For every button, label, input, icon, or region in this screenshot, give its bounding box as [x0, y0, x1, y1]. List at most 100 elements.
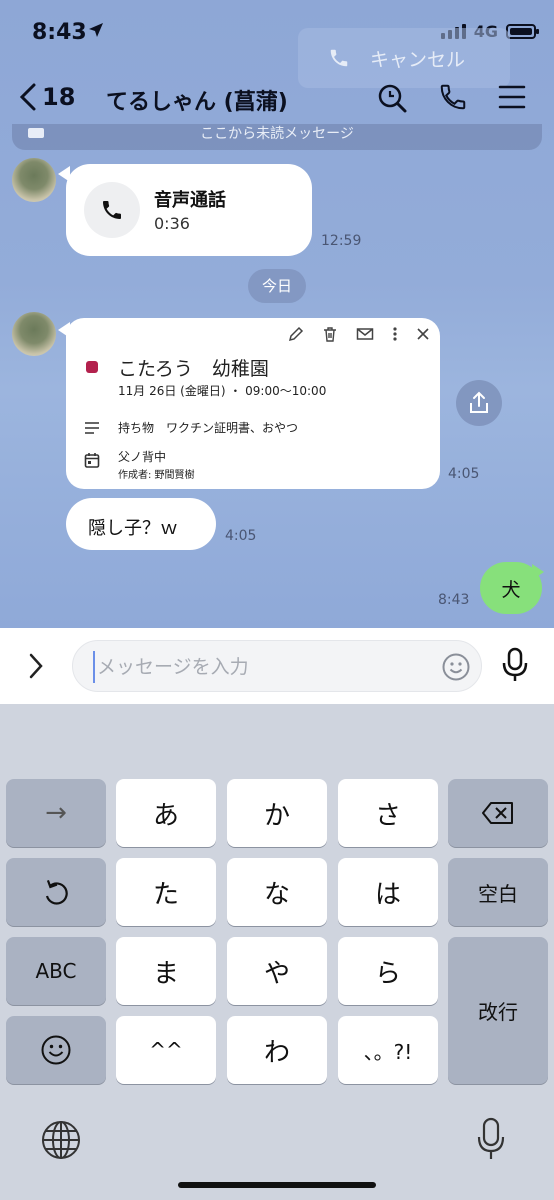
- expand-button[interactable]: [26, 652, 46, 684]
- key-label: や: [263, 958, 290, 989]
- key-label: 空白: [478, 881, 518, 906]
- chat-header: 18 てるしゃん (菖蒲): [0, 70, 554, 126]
- calendar-icon: [84, 452, 100, 472]
- globe-icon: [42, 1121, 80, 1159]
- share-icon: [470, 391, 488, 413]
- key-label: ま: [152, 958, 179, 989]
- message-time: 12:59: [321, 233, 362, 249]
- key-ya[interactable]: や: [227, 937, 327, 1005]
- message-text: 犬: [501, 579, 521, 601]
- key-label: ABC: [35, 959, 77, 983]
- pencil-icon[interactable]: [288, 326, 304, 342]
- status-time: 8:43: [32, 20, 87, 45]
- dictation-button[interactable]: [476, 1117, 506, 1165]
- key-a[interactable]: あ: [116, 779, 216, 847]
- event-organizer: 作成者: 野間賢樹: [118, 470, 195, 481]
- hamburger-menu-icon: [498, 85, 526, 109]
- chat-title: てるしゃん (菖蒲): [106, 90, 288, 115]
- key-label: ら: [374, 958, 401, 989]
- key-kaomoji[interactable]: ^^: [116, 1016, 216, 1084]
- more-vert-icon[interactable]: [392, 326, 398, 342]
- avatar[interactable]: [12, 158, 56, 202]
- call-button[interactable]: [438, 82, 468, 116]
- mail-icon[interactable]: [356, 326, 374, 342]
- japanese-keyboard: → あ か さ た な は 空白 ABC ま や ら 改行 ^^ わ 、。?!: [0, 704, 554, 1200]
- message-input-bar: [0, 628, 554, 704]
- event-card-bubble[interactable]: こたろう 幼稚園 11月 26日 (金曜日) ・ 09:00〜10:00 持ち物…: [66, 318, 440, 489]
- message-time: 4:05: [225, 528, 257, 544]
- call-icon-circle: [84, 182, 140, 238]
- event-calendar-name: 父ノ背中: [118, 450, 167, 464]
- undo-icon: [45, 879, 68, 905]
- event-actions: [288, 326, 430, 342]
- chevron-right-icon: [29, 653, 43, 679]
- key-label: 改行: [478, 1000, 518, 1024]
- key-punctuation[interactable]: 、。?!: [338, 1016, 438, 1084]
- message-time: 4:05: [448, 466, 480, 482]
- key-ta[interactable]: た: [116, 858, 216, 926]
- key-na[interactable]: な: [227, 858, 327, 926]
- key-space[interactable]: 空白: [448, 858, 548, 926]
- key-label: わ: [263, 1037, 290, 1068]
- event-date: 11月 26日 (金曜日) ・ 09:00〜10:00: [118, 384, 327, 398]
- share-button[interactable]: [456, 380, 502, 426]
- message-input[interactable]: [93, 651, 439, 683]
- unread-count: 18: [42, 83, 76, 111]
- key-wa[interactable]: わ: [227, 1016, 327, 1084]
- microphone-icon: [502, 647, 528, 681]
- key-undo[interactable]: [6, 858, 106, 926]
- back-button[interactable]: 18: [18, 82, 75, 112]
- call-duration: 0:36: [154, 214, 190, 233]
- my-message-bubble[interactable]: 犬: [480, 562, 542, 614]
- home-indicator: [178, 1182, 376, 1188]
- chevron-left-icon: [19, 83, 36, 111]
- phone-icon: [440, 84, 466, 110]
- calendar-color-dot: [86, 361, 98, 373]
- phone-icon: [103, 201, 121, 219]
- key-ra[interactable]: ら: [338, 937, 438, 1005]
- key-ma[interactable]: ま: [116, 937, 216, 1005]
- search-icon: [378, 84, 407, 113]
- key-label: あ: [152, 800, 179, 831]
- key-label: な: [263, 879, 290, 910]
- voice-call-bubble[interactable]: 音声通話 0:36: [66, 164, 312, 256]
- globe-button[interactable]: [40, 1119, 82, 1165]
- voice-input-button[interactable]: [500, 647, 530, 687]
- search-button[interactable]: [376, 82, 408, 118]
- date-separator: 今日: [248, 269, 306, 303]
- key-ha[interactable]: は: [338, 858, 438, 926]
- key-ka[interactable]: か: [227, 779, 327, 847]
- backspace-icon: [482, 802, 513, 824]
- avatar[interactable]: [12, 312, 56, 356]
- key-return[interactable]: 改行: [448, 937, 548, 1084]
- battery-icon: [506, 24, 539, 39]
- unread-divider: ここから未読メッセージ: [12, 124, 542, 150]
- key-abc[interactable]: ABC: [6, 937, 106, 1005]
- message-bubble[interactable]: 隠し子？ｗ: [66, 498, 216, 550]
- event-title: こたろう 幼稚園: [118, 358, 269, 380]
- key-sa[interactable]: さ: [338, 779, 438, 847]
- key-label: は: [374, 879, 401, 910]
- key-label: 、。?!: [363, 1039, 413, 1064]
- emoji-button[interactable]: [441, 652, 471, 686]
- key-emoji[interactable]: [6, 1016, 106, 1084]
- key-label: ^^: [149, 1038, 183, 1062]
- message-time: 8:43: [438, 592, 470, 608]
- menu-button[interactable]: [498, 82, 526, 116]
- trash-icon[interactable]: [322, 326, 338, 342]
- key-label: た: [152, 879, 179, 910]
- close-icon[interactable]: [416, 327, 430, 341]
- tag-icon: [28, 128, 44, 138]
- key-label: か: [263, 800, 290, 831]
- phone-icon: [330, 49, 348, 67]
- call-title: 音声通話: [154, 190, 226, 211]
- key-label: →: [45, 798, 67, 828]
- notes-icon: [84, 420, 100, 439]
- key-label: さ: [374, 800, 401, 831]
- message-field[interactable]: [72, 640, 482, 692]
- message-text: 隠し子？ｗ: [88, 518, 178, 539]
- key-delete[interactable]: [448, 779, 548, 847]
- cancel-label: キャンセル: [370, 48, 466, 71]
- smiley-icon: [442, 653, 470, 681]
- key-next-char[interactable]: →: [6, 779, 106, 847]
